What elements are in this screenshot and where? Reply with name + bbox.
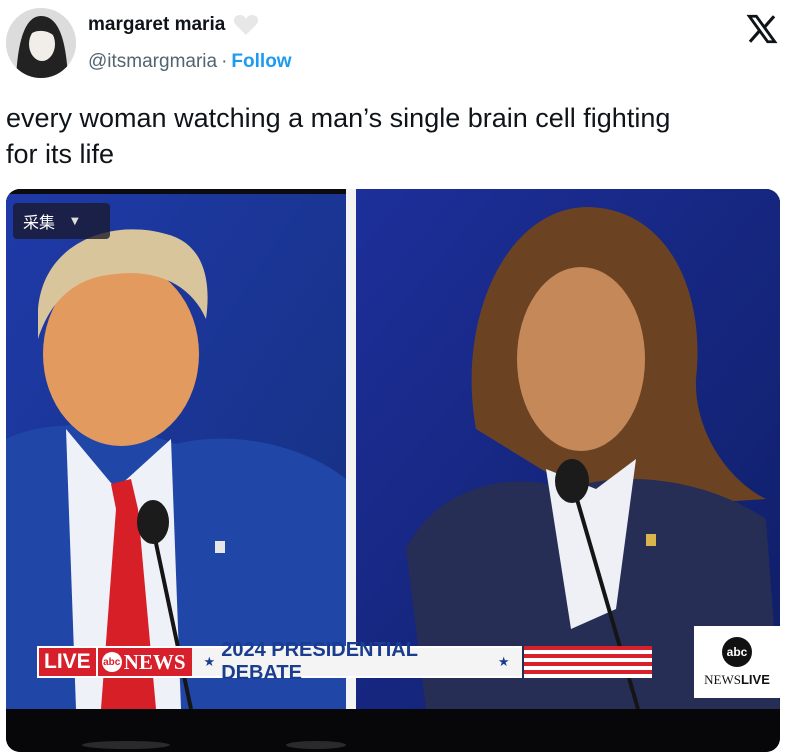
abc-news-live-logo: abc NEWSLIVE [694,626,780,698]
debate-banner: ★ 2024 PRESIDENTIAL DEBATE ★ [191,639,522,684]
avatar[interactable] [6,8,76,78]
star-icon: ★ [497,654,510,669]
network-label: NEWS [123,649,186,674]
follow-button[interactable]: Follow [231,51,291,72]
star-icon: ★ [203,654,216,669]
author-handle[interactable]: @itsmargmaria [88,51,217,72]
tweet-media-image[interactable]: 采集 ▼ LIVE abc NEWS ★ 2024 PRESIDENTIAL DEB… [6,189,780,752]
abc-logo-icon: abc [722,636,752,667]
player-capture-chip[interactable]: 采集 ▼ [13,203,110,239]
live-text: LIVE [740,671,770,687]
x-logo-icon[interactable] [745,12,779,46]
chevron-down-icon: ▼ [71,215,79,227]
verified-heart-icon [233,14,259,36]
player-chip-label: 采集 [23,213,56,232]
flag-stripes [523,646,652,678]
author-display-name[interactable]: margaret maria [88,14,225,36]
tweet-text: every woman watching a man’s single brai… [6,103,671,169]
live-badge: LIVE [37,646,98,678]
news-live-text: NEWSLIVE [704,672,770,688]
abc-logo-icon: abc [101,652,122,672]
news-text: NEWS [704,671,741,687]
news-lower-third: LIVE abc NEWS ★ 2024 PRESIDENTIAL DEBATE ★ [37,639,652,684]
banner-text: 2024 PRESIDENTIAL DEBATE [221,639,418,684]
avatar-image [6,8,76,78]
abc-news-badge: abc NEWS [97,646,192,678]
separator-dot: · [221,51,228,72]
